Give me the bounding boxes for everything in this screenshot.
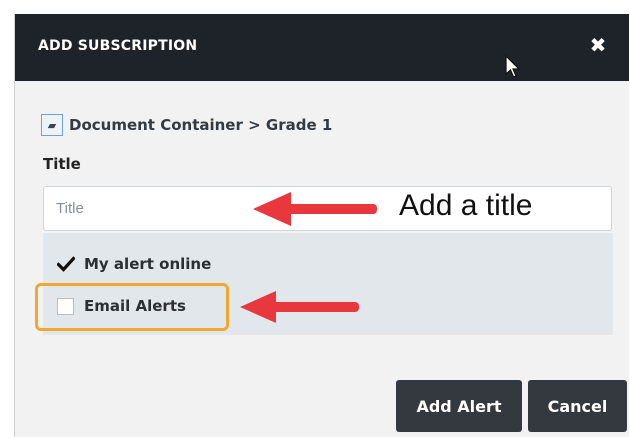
cancel-button[interactable]: Cancel bbox=[528, 380, 627, 432]
annotation-add-title: Add a title bbox=[399, 189, 533, 222]
checkmark-icon[interactable] bbox=[57, 255, 75, 273]
email-alerts-highlight bbox=[35, 283, 229, 331]
folder-open-icon[interactable]: ▰ bbox=[41, 114, 63, 136]
mouse-cursor-icon bbox=[505, 55, 521, 78]
email-arrow-icon bbox=[240, 291, 359, 323]
add-alert-button[interactable]: Add Alert bbox=[396, 380, 522, 432]
breadcrumb-path: Document Container > Grade 1 bbox=[69, 116, 333, 134]
title-label: Title bbox=[43, 155, 81, 173]
dialog-header: ADD SUBSCRIPTION ✖ bbox=[15, 14, 629, 81]
title-arrow-icon bbox=[253, 192, 377, 226]
breadcrumb: ▰ Document Container > Grade 1 bbox=[41, 112, 332, 138]
my-alert-online-option[interactable]: My alert online bbox=[57, 255, 211, 273]
my-alert-online-label: My alert online bbox=[84, 255, 212, 273]
dialog-title: ADD SUBSCRIPTION bbox=[38, 38, 198, 54]
close-icon[interactable]: ✖ bbox=[587, 34, 609, 56]
